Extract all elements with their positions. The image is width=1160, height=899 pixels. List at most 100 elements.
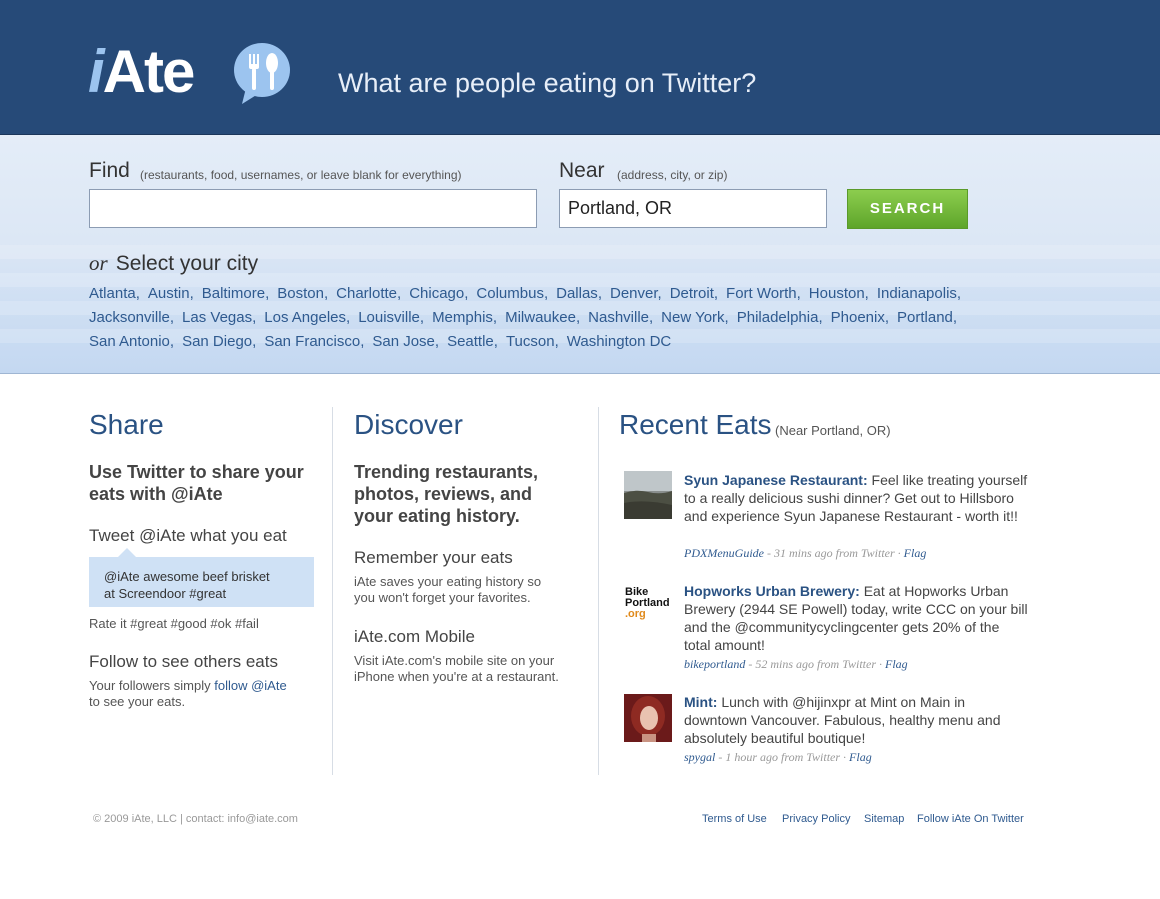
column-divider — [598, 407, 599, 775]
site-tagline: What are people eating on Twitter? — [338, 68, 757, 98]
mobile-heading: iAte.com Mobile — [354, 627, 475, 646]
city-link[interactable]: Phoenix — [831, 309, 885, 326]
recent-eat-item: Syun Japanese Restaurant: Feel like trea… — [684, 471, 1029, 525]
twitter-user-link[interactable]: PDXMenuGuide — [684, 546, 764, 560]
city-separator: , — [252, 309, 257, 326]
city-link[interactable]: Fort Worth — [726, 285, 797, 302]
mobile-line1: Visit iAte.com's mobile site on your — [354, 653, 555, 668]
city-link[interactable]: Houston — [809, 285, 865, 302]
flag-link[interactable]: Flag — [849, 750, 872, 764]
select-city-heading: or Select your city — [89, 251, 258, 276]
city-link[interactable]: Columbus — [476, 285, 544, 302]
city-link[interactable]: Nashville — [588, 309, 649, 326]
or-word: or — [89, 251, 108, 275]
city-separator: , — [419, 309, 425, 326]
select-city-label: Select your city — [115, 252, 259, 275]
city-separator: , — [796, 285, 801, 302]
twitter-user-link[interactable]: spygal — [684, 750, 715, 764]
eat-meta: spygal - 1 hour ago from Twitter · Flag — [684, 750, 872, 764]
tweet-heading: Tweet @iAte what you eat — [89, 526, 287, 545]
find-label: Find — [89, 159, 130, 182]
discover-headline-line3: your eating history. — [354, 506, 520, 526]
city-link[interactable]: San Francisco — [264, 333, 360, 350]
city-separator: , — [169, 309, 175, 326]
city-link[interactable]: Jacksonville — [89, 309, 170, 326]
find-input[interactable] — [89, 189, 537, 228]
city-link[interactable]: Las Vegas — [182, 309, 252, 326]
restaurant-link[interactable]: Syun Japanese Restaurant: — [684, 472, 868, 488]
city-separator: , — [169, 333, 175, 350]
flag-link[interactable]: Flag — [885, 657, 908, 671]
city-link[interactable]: Atlanta — [89, 285, 136, 302]
share-headline-line2: eats with @iAte — [89, 484, 223, 504]
discover-headline-line2: photos, reviews, and — [354, 484, 533, 504]
city-link[interactable]: Indianapolis — [877, 285, 957, 302]
restaurant-link[interactable]: Hopworks Urban Brewery: — [684, 583, 860, 599]
footer-sitemap-link[interactable]: Sitemap — [864, 813, 904, 825]
near-label: Near — [559, 159, 605, 182]
city-link[interactable]: Los Angeles — [264, 309, 346, 326]
city-link[interactable]: Louisville — [358, 309, 420, 326]
city-separator: , — [818, 309, 823, 326]
fork-knife-bubble-icon — [234, 43, 290, 104]
city-link[interactable]: Detroit — [670, 285, 714, 302]
city-separator: , — [323, 285, 329, 302]
recent-eat-item: Hopworks Urban Brewery: Eat at Hopworks … — [684, 582, 1029, 654]
discover-headline-line1: Trending restaurants, — [354, 462, 539, 482]
city-separator: , — [346, 309, 351, 326]
follow-heading: Follow to see others eats — [89, 652, 278, 671]
city-link[interactable]: New York — [661, 309, 724, 326]
eat-text: Lunch with @hijinxpr at Mint on Main in … — [684, 694, 1001, 746]
city-link[interactable]: Memphis — [432, 309, 493, 326]
twitter-user-link[interactable]: bikeportland — [684, 657, 745, 671]
city-separator: , — [493, 333, 498, 350]
footer-privacy-link[interactable]: Privacy Policy — [782, 813, 850, 825]
city-separator: , — [884, 309, 890, 326]
site-header: iAte What are people eating on Twitter? — [0, 0, 1160, 135]
portrait-avatar-icon[interactable] — [624, 694, 672, 742]
city-separator: , — [657, 285, 662, 302]
landscape-avatar-icon[interactable] — [624, 471, 672, 519]
city-link[interactable]: Baltimore — [202, 285, 265, 302]
flag-link[interactable]: Flag — [904, 546, 927, 560]
city-link[interactable]: Washington DC — [567, 333, 672, 350]
city-separator: , — [575, 309, 581, 326]
city-link[interactable]: Milwaukee — [505, 309, 576, 326]
search-button[interactable]: SEARCH — [847, 189, 968, 229]
city-link[interactable]: Chicago — [409, 285, 464, 302]
footer-terms-link[interactable]: Terms of Use — [702, 813, 767, 825]
footer-follow-link[interactable]: Follow iAte On Twitter — [917, 813, 1024, 825]
city-link[interactable]: San Antonio — [89, 333, 170, 350]
city-separator: , — [135, 285, 140, 302]
city-link[interactable]: Denver — [610, 285, 658, 302]
city-link[interactable]: San Jose — [372, 333, 435, 350]
city-link[interactable]: Dallas — [556, 285, 598, 302]
city-link[interactable]: Portland — [897, 309, 953, 326]
share-headline-line1: Use Twitter to share your — [89, 462, 304, 482]
city-separator: , — [434, 333, 440, 350]
city-link[interactable]: Austin — [148, 285, 190, 302]
bikeportland-avatar-icon[interactable]: Bike Portland .org — [624, 583, 672, 631]
tweet-box-arrow — [118, 548, 136, 557]
city-link[interactable]: Philadelphia — [737, 309, 819, 326]
city-separator: , — [864, 285, 869, 302]
discover-title: Discover — [354, 409, 463, 440]
city-link[interactable]: Tucson — [506, 333, 555, 350]
city-separator: , — [543, 285, 549, 302]
copyright: © 2009 iAte, LLC | contact: info@iate.co… — [93, 813, 298, 825]
city-separator: , — [252, 333, 257, 350]
city-link[interactable]: Charlotte — [336, 285, 397, 302]
follow-iate-link[interactable]: follow @iAte — [214, 678, 286, 693]
city-link[interactable]: Boston — [277, 285, 324, 302]
near-input[interactable]: Portland, OR — [559, 189, 827, 228]
city-separator: , — [597, 285, 602, 302]
city-link[interactable]: Seattle — [447, 333, 494, 350]
city-separator: , — [724, 309, 729, 326]
city-link[interactable]: San Diego — [182, 333, 252, 350]
eat-meta: PDXMenuGuide - 31 mins ago from Twitter … — [684, 546, 927, 560]
eat-meta: bikeportland - 52 mins ago from Twitter … — [684, 657, 908, 671]
restaurant-link[interactable]: Mint: — [684, 694, 717, 710]
city-separator: , — [265, 285, 270, 302]
share-title: Share — [89, 409, 164, 440]
example-tweet-line2: at Screendoor #great — [104, 586, 227, 601]
